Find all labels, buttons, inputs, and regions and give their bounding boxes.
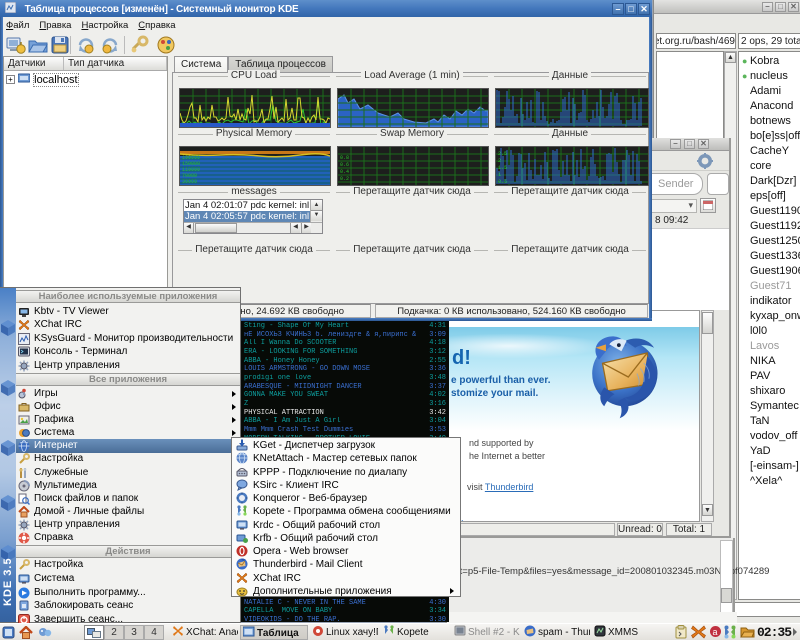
svg-text:1.5: 1.5 bbox=[498, 165, 507, 171]
svg-text:0.5: 0.5 bbox=[498, 179, 507, 185]
svg-text:a: a bbox=[713, 627, 718, 637]
svg-text:0.6: 0.6 bbox=[340, 162, 349, 168]
svg-text:0.2: 0.2 bbox=[340, 176, 349, 182]
svg-text:30000: 30000 bbox=[182, 179, 197, 185]
svg-text:1: 1 bbox=[498, 172, 501, 178]
svg-text:2: 2 bbox=[498, 158, 501, 164]
svg-text:2.5: 2.5 bbox=[498, 151, 507, 157]
svg-text:0.8: 0.8 bbox=[340, 155, 349, 161]
svg-text:0.4: 0.4 bbox=[340, 169, 349, 175]
